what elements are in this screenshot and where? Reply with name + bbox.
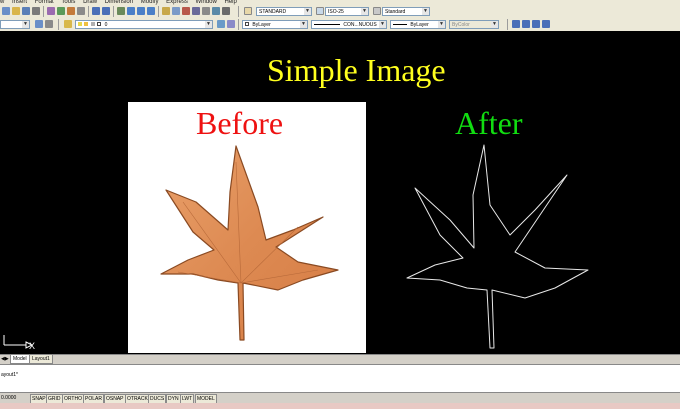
coordinates-readout: 0.0000 — [1, 395, 17, 401]
lights-icon[interactable] — [522, 20, 530, 28]
zoom-window-icon[interactable] — [137, 7, 145, 15]
layer-previous-icon[interactable] — [227, 20, 235, 28]
render-icon[interactable] — [512, 20, 520, 28]
redo-icon[interactable] — [102, 7, 110, 15]
copy-icon[interactable] — [57, 7, 65, 15]
linetype-control-value: CON...NUOUS — [343, 22, 377, 28]
tab-scroll-left-icon[interactable]: ◀▶ — [1, 356, 9, 362]
lineweight-sample-icon — [393, 24, 407, 26]
tool-palettes-icon[interactable] — [182, 7, 190, 15]
taskbar — [0, 403, 680, 409]
tab-layout1[interactable]: Layout1 — [29, 355, 53, 364]
help-icon[interactable] — [222, 7, 230, 15]
leaf-shape — [160, 145, 339, 341]
chevron-down-icon: ▼ — [361, 8, 368, 15]
dim-style-value: ISO-25 — [328, 9, 344, 15]
canvas-title: Simple Image — [267, 52, 446, 88]
color-control-value: ByLayer — [252, 22, 271, 28]
new-file-icon[interactable] — [2, 7, 10, 15]
layout-tabs: ◀▶ Model Layout1 — [0, 354, 680, 364]
chevron-down-icon: ▼ — [22, 21, 29, 28]
layer-value: 0 — [104, 22, 108, 28]
tab-model[interactable]: Model — [10, 355, 30, 364]
workspace-save-icon[interactable] — [45, 20, 53, 28]
pan-icon[interactable] — [117, 7, 125, 15]
standard-toolbar: STANDARD ▼ ISO-25 ▼ Standard ▼ — [0, 5, 680, 19]
table-style-combo[interactable]: Standard ▼ — [382, 7, 430, 16]
workspace-combo[interactable]: ▼ — [0, 20, 30, 29]
open-file-icon[interactable] — [12, 7, 20, 15]
color-swatch-icon — [97, 22, 102, 26]
make-object-layer-current-icon[interactable] — [217, 20, 225, 28]
cut-icon[interactable] — [47, 7, 55, 15]
undo-icon[interactable] — [92, 7, 100, 15]
print-icon[interactable] — [32, 7, 40, 15]
linetype-control-combo[interactable]: CON...NUOUS ▼ — [311, 20, 387, 29]
leaf-outline-drawing — [406, 144, 589, 349]
materials-icon[interactable] — [532, 20, 540, 28]
lineweight-control-value: ByLayer — [410, 22, 429, 28]
zoom-realtime-icon[interactable] — [127, 7, 135, 15]
plotstyle-control-combo[interactable]: ByColor ▼ — [449, 20, 499, 29]
before-label: Before — [196, 105, 284, 141]
sheet-set-icon[interactable] — [192, 7, 200, 15]
chevron-down-icon: ▼ — [304, 8, 311, 15]
chevron-down-icon: ▼ — [422, 8, 429, 15]
workspace-settings-icon[interactable] — [35, 20, 43, 28]
match-properties-icon[interactable] — [77, 7, 85, 15]
design-center-icon[interactable] — [172, 7, 180, 15]
sun-icon — [84, 22, 89, 26]
command-line[interactable]: ayout1* — [0, 364, 680, 393]
lightbulb-icon — [78, 22, 82, 26]
chevron-down-icon: ▼ — [300, 21, 307, 28]
color-control-combo[interactable]: ByLayer ▼ — [242, 20, 308, 29]
dim-style-combo[interactable]: ISO-25 ▼ — [325, 7, 369, 16]
layers-toolbar: ▼ 0 ▼ ByLayer ▼ CON...NUOUS ▼ ByLayer ▼ … — [0, 18, 680, 32]
ucs-icon: X — [2, 333, 42, 356]
status-bar: 0.0000 SNAP GRID ORTHO POLAR OSNAP OTRAC… — [0, 392, 680, 404]
render-settings-icon[interactable] — [542, 20, 550, 28]
chevron-down-icon: ▼ — [491, 21, 498, 28]
text-style-icon[interactable] — [244, 7, 252, 15]
color-swatch-icon — [245, 22, 249, 26]
table-style-icon[interactable] — [373, 7, 381, 15]
table-style-value: Standard — [385, 9, 406, 15]
plotstyle-control-value: ByColor — [452, 22, 470, 28]
lock-icon — [90, 22, 95, 26]
layer-combo[interactable]: 0 ▼ — [75, 20, 213, 29]
command-history: ayout1* — [1, 372, 18, 378]
leaf-outline — [406, 144, 589, 349]
save-icon[interactable] — [22, 7, 30, 15]
linetype-sample-icon — [314, 24, 340, 26]
zoom-previous-icon[interactable] — [147, 7, 155, 15]
chevron-down-icon: ▼ — [438, 21, 445, 28]
ucs-x-label: X — [29, 341, 35, 351]
layer-manager-icon[interactable] — [64, 20, 72, 28]
paste-icon[interactable] — [67, 7, 75, 15]
chevron-down-icon: ▼ — [379, 21, 386, 28]
dim-style-icon[interactable] — [316, 7, 324, 15]
properties-icon[interactable] — [162, 7, 170, 15]
after-label: After — [455, 105, 523, 141]
text-style-value: STANDARD — [259, 9, 287, 15]
text-style-combo[interactable]: STANDARD ▼ — [256, 7, 312, 16]
chevron-down-icon: ▼ — [205, 21, 212, 28]
markup-icon[interactable] — [202, 7, 210, 15]
calculator-icon[interactable] — [212, 7, 220, 15]
lineweight-control-combo[interactable]: ByLayer ▼ — [390, 20, 446, 29]
